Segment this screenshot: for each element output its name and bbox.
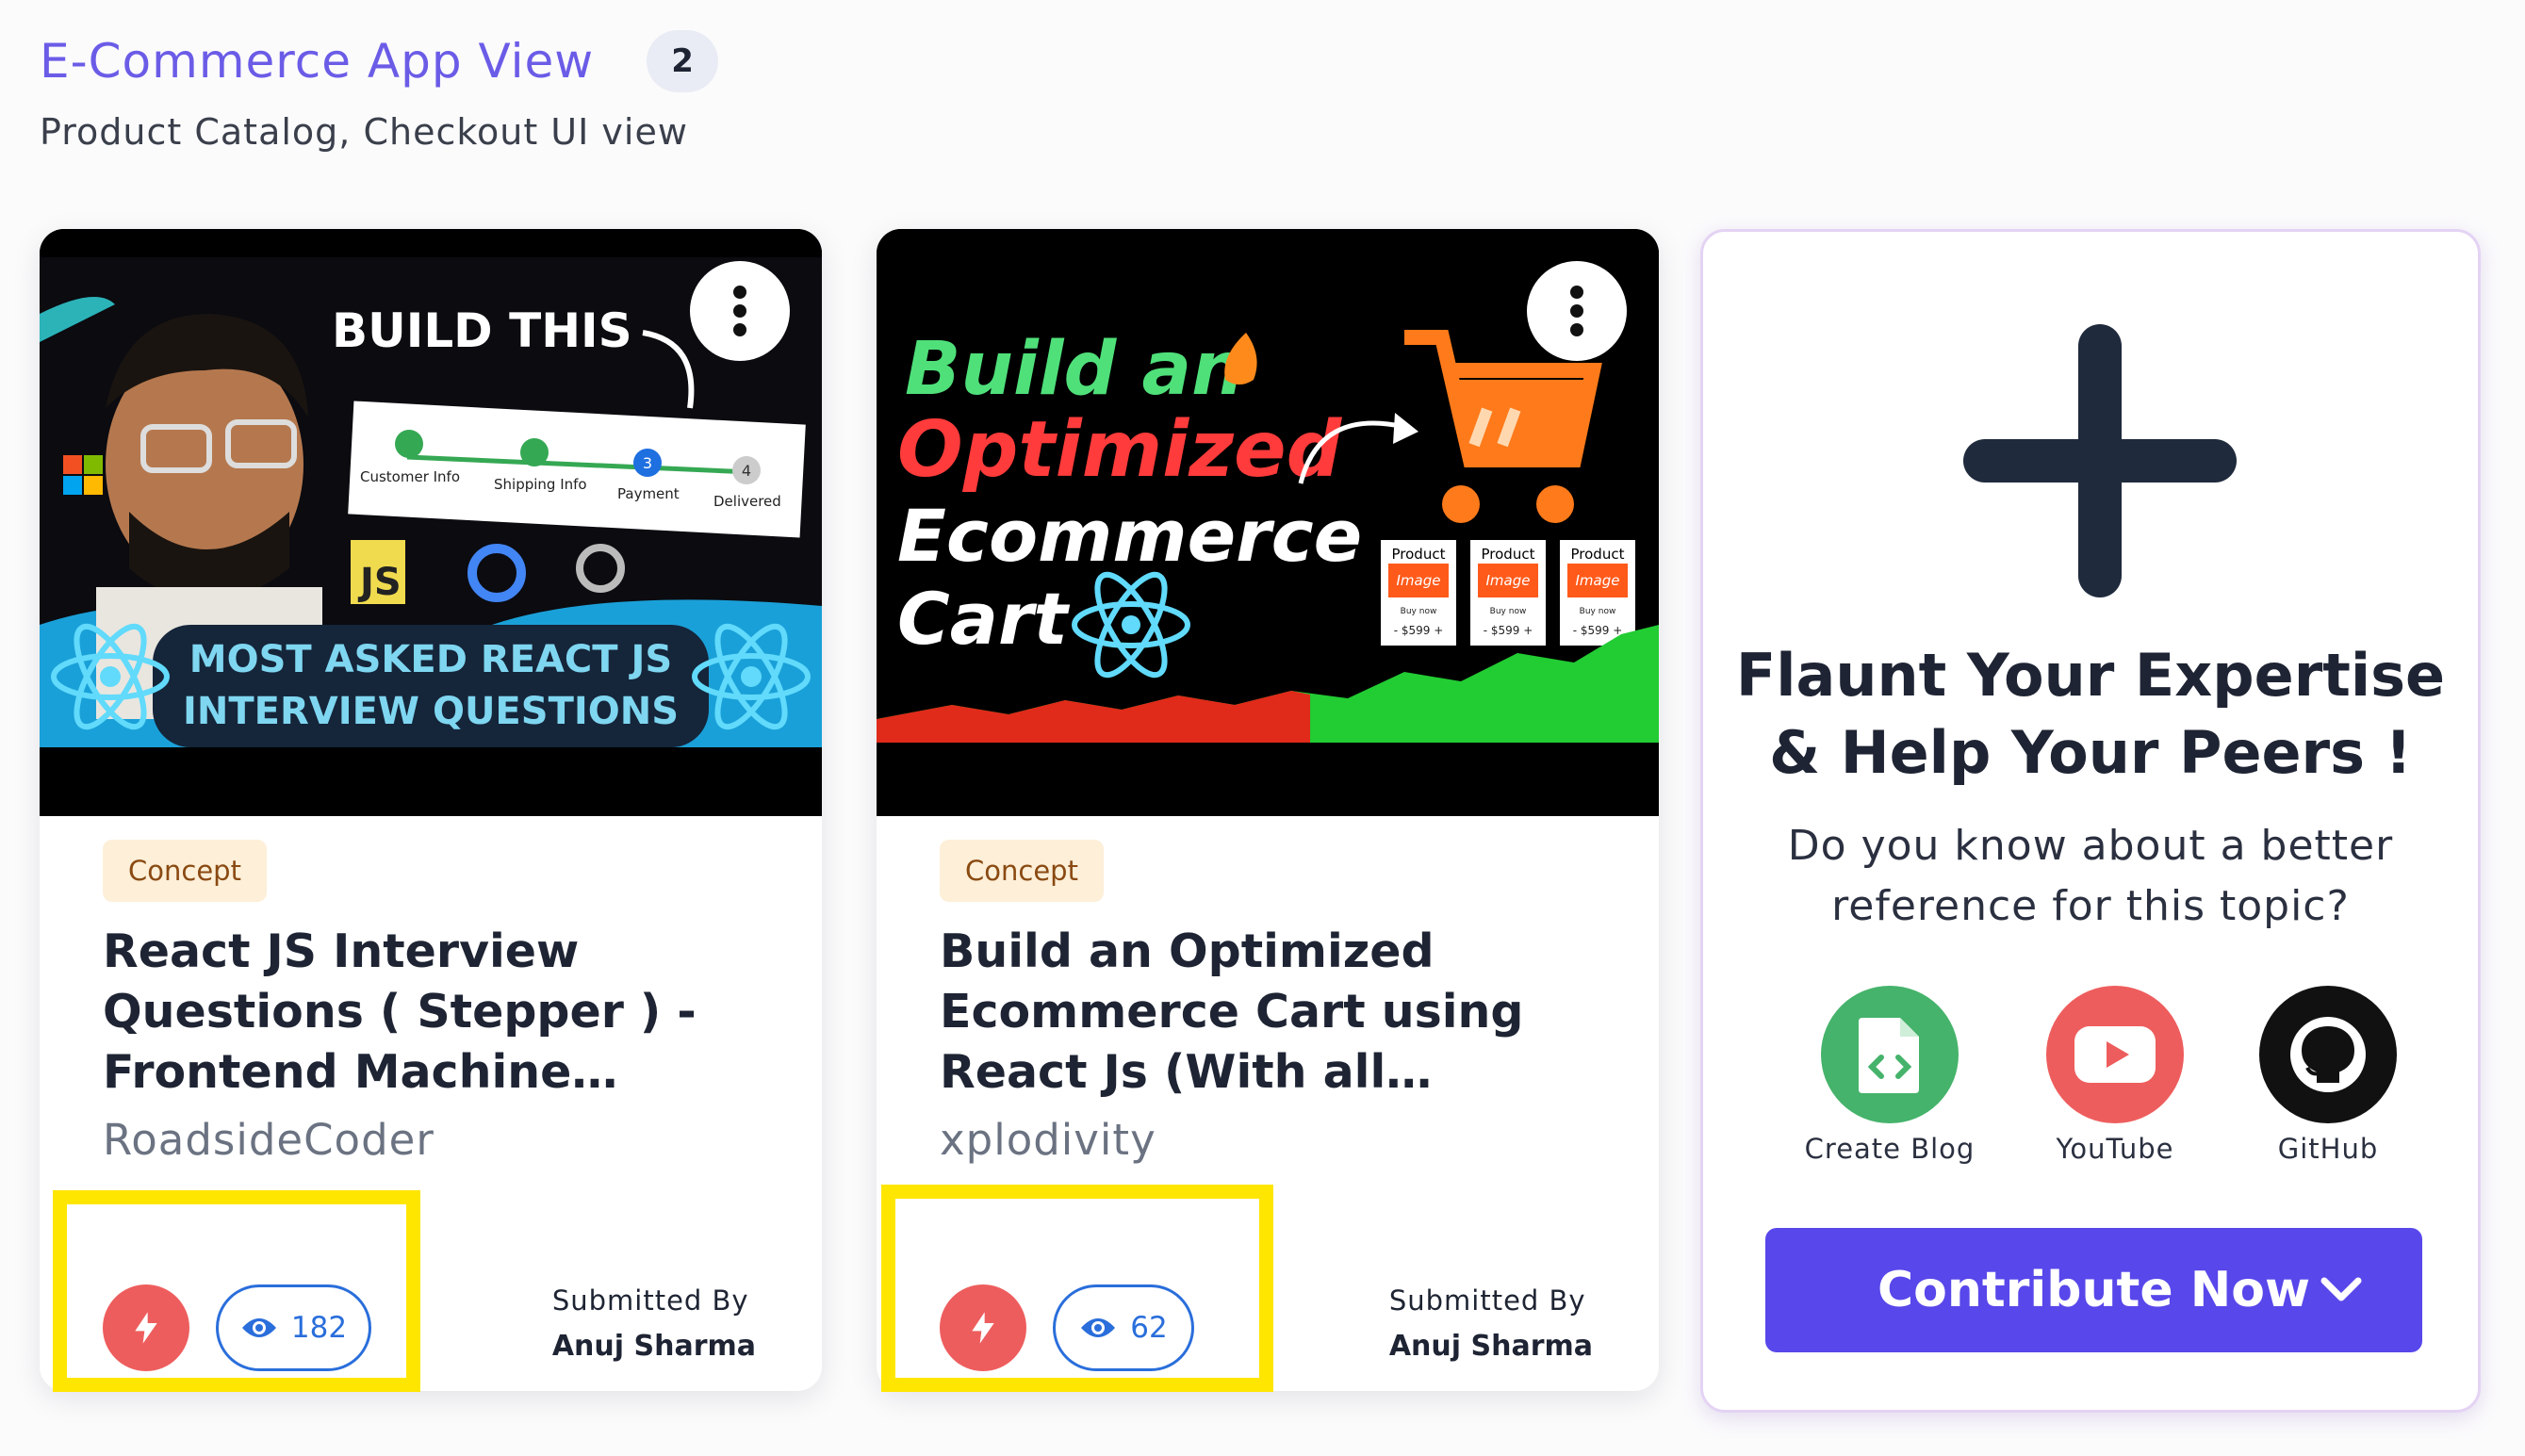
section-header: E-Commerce App View 2 Product Catalog, C… [40,30,719,153]
stepper-number-3: 3 [643,454,652,472]
product-buy-label: Buy now [1401,607,1437,616]
stepper-label-1: Customer Info [360,468,460,485]
banner-line-1: MOST ASKED REACT JS [189,638,672,681]
highlight-box [881,1185,1273,1392]
product-buy-label: Buy now [1490,607,1527,616]
more-options-button[interactable] [1527,261,1627,361]
thumb-line-2: Optimized [897,405,1343,495]
youtube-option[interactable]: YouTube [2021,986,2209,1165]
contribute-heading-line-2: & Help Your Peers ! [1769,718,2412,787]
youtube-label: YouTube [2056,1133,2174,1165]
submitted-by-label: Submitted By [551,1284,749,1317]
section-title[interactable]: E-Commerce App View [40,34,594,89]
submitted-by-label: Submitted By [1388,1284,1586,1317]
video-thumbnail[interactable]: 3 4 Customer Info Shipping Info Payment … [40,229,822,816]
more-options-button[interactable] [690,261,790,361]
product-price: - $599 + [1394,624,1444,637]
contribute-subtext-line-1: Do you know about a better [1787,822,2394,870]
github-label: GitHub [2277,1133,2379,1165]
stepper-label-4: Delivered [713,493,781,510]
vertical-dots-icon [733,286,746,336]
product-title: Product [1571,546,1625,563]
product-buy-label: Buy now [1580,607,1616,616]
product-title: Product [1482,546,1535,563]
thumb-line-1: Build an [905,327,1244,412]
product-image-label: Image [1397,572,1441,589]
product-price: - $599 + [1484,624,1533,637]
contribute-subtext: Do you know about a better reference for… [1703,816,2478,937]
thumb-line-3: Ecommerce [897,494,1362,578]
thumbnail-headline: BUILD THIS [332,303,632,358]
card-title[interactable]: Build an Optimized Ecommerce Cart using … [940,922,1628,1103]
github-option[interactable]: GitHub [2234,986,2422,1165]
plus-icon[interactable] [1963,324,2237,597]
card-author: xplodivity [940,1115,1156,1165]
contribute-heading-line-1: Flaunt Your Expertise [1735,641,2446,710]
create-blog-option[interactable]: Create Blog [1795,986,1984,1165]
js-logo-text: JS [357,561,402,604]
card-title[interactable]: React JS Interview Questions ( Stepper )… [103,922,791,1103]
card-author: RoadsideCoder [103,1115,434,1165]
product-image-label: Image [1486,572,1531,589]
product-image-label: Image [1576,572,1620,589]
section-subtitle: Product Catalog, Checkout UI view [40,111,688,153]
stepper-label-2: Shipping Info [494,476,587,493]
category-tag: Concept [103,840,267,902]
submitted-by-name[interactable]: Anuj Sharma [552,1330,756,1363]
category-tag: Concept [940,840,1104,902]
create-blog-label: Create Blog [1804,1133,1976,1165]
contribute-now-label: Contribute Now [1877,1262,2310,1318]
submitted-by: Submitted By Anuj Sharma [552,1284,756,1363]
highlight-box [53,1190,420,1392]
stepper-number-4: 4 [742,462,751,480]
contribute-heading: Flaunt Your Expertise & Help Your Peers … [1703,637,2478,792]
contribute-card: Flaunt Your Expertise & Help Your Peers … [1700,229,2481,1413]
thumb-line-4: Cart [897,577,1071,661]
video-thumbnail[interactable]: Build an Optimized Ecommerce Cart Produc… [877,229,1659,816]
item-count-badge: 2 [647,30,719,92]
vertical-dots-icon [1570,286,1583,336]
blog-code-icon[interactable] [1821,986,1959,1123]
submitted-by: Submitted By Anuj Sharma [1389,1284,1593,1363]
youtube-icon[interactable] [2046,986,2184,1123]
github-icon[interactable] [2259,986,2397,1123]
product-title: Product [1392,546,1446,563]
banner-line-2: INTERVIEW QUESTIONS [183,690,679,733]
contribute-now-button[interactable]: Contribute Now [1765,1228,2422,1352]
product-price: - $599 + [1573,624,1623,637]
submitted-by-name[interactable]: Anuj Sharma [1389,1330,1593,1363]
chevron-down-icon[interactable] [2317,1266,2366,1315]
stepper-label-3: Payment [617,485,680,502]
contribute-subtext-line-2: reference for this topic? [1831,882,2350,930]
